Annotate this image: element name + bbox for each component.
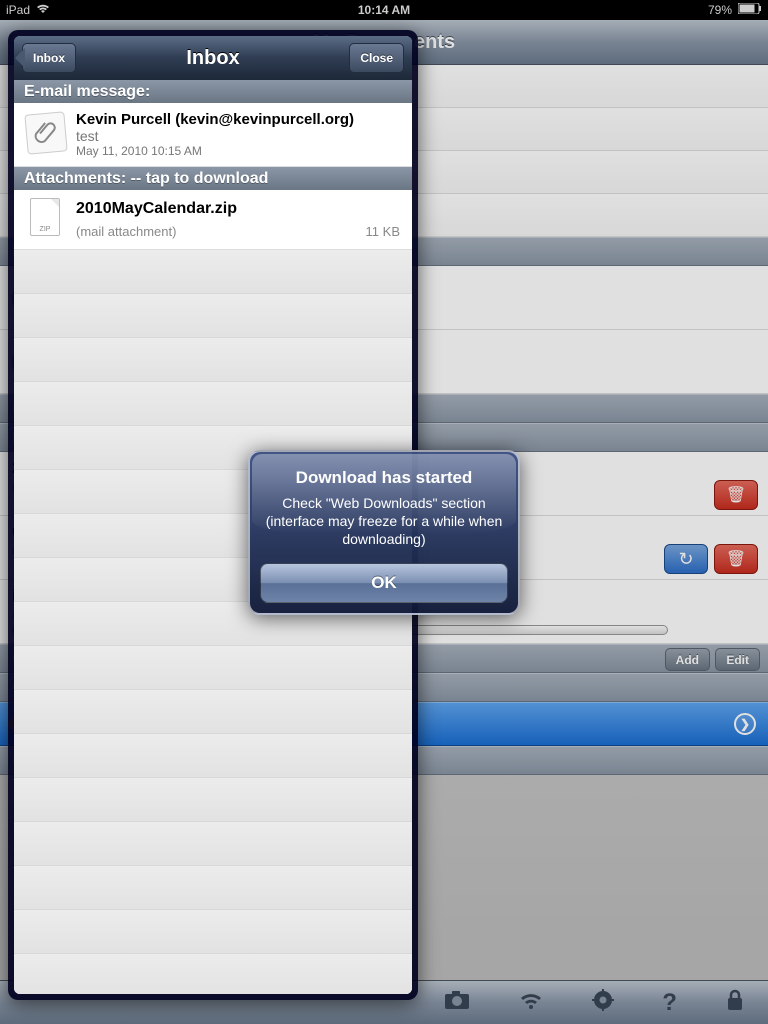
battery-icon xyxy=(738,3,762,17)
attachment-sub: (mail attachment) xyxy=(76,224,402,239)
battery-percent: 79% xyxy=(708,3,732,17)
popover-header: Inbox Inbox Close xyxy=(14,36,412,80)
popover-title: Inbox xyxy=(186,47,239,70)
wifi-icon xyxy=(36,3,50,17)
section-email-message: E-mail message: xyxy=(14,80,412,103)
back-button[interactable]: Inbox xyxy=(22,43,76,73)
attachment-size: 11 KB xyxy=(366,224,400,239)
alert-dialog: Download has started Check "Web Download… xyxy=(248,450,520,615)
status-bar: iPad 10:14 AM 79% xyxy=(0,0,768,20)
attachment-name: 2010MayCalendar.zip xyxy=(76,200,402,218)
email-message-row[interactable]: Kevin Purcell (kevin@kevinpurcell.org) t… xyxy=(14,103,412,167)
attachment-row[interactable]: 2010MayCalendar.zip (mail attachment) 11… xyxy=(14,190,412,250)
alert-message: Check "Web Downloads" section (interface… xyxy=(260,494,508,549)
carrier-label: iPad xyxy=(6,3,30,17)
email-from: Kevin Purcell (kevin@kevinpurcell.org) xyxy=(76,111,402,128)
section-attachments: Attachments: -- tap to download xyxy=(14,167,412,190)
clock: 10:14 AM xyxy=(358,3,410,17)
empty-list xyxy=(14,250,412,994)
close-button[interactable]: Close xyxy=(349,43,404,73)
alert-title: Download has started xyxy=(260,468,508,488)
ok-button[interactable]: OK xyxy=(260,563,508,603)
paperclip-icon xyxy=(24,111,67,154)
email-subject: test xyxy=(76,128,402,144)
zip-file-icon xyxy=(30,198,60,236)
email-date: May 11, 2010 10:15 AM xyxy=(76,144,402,158)
